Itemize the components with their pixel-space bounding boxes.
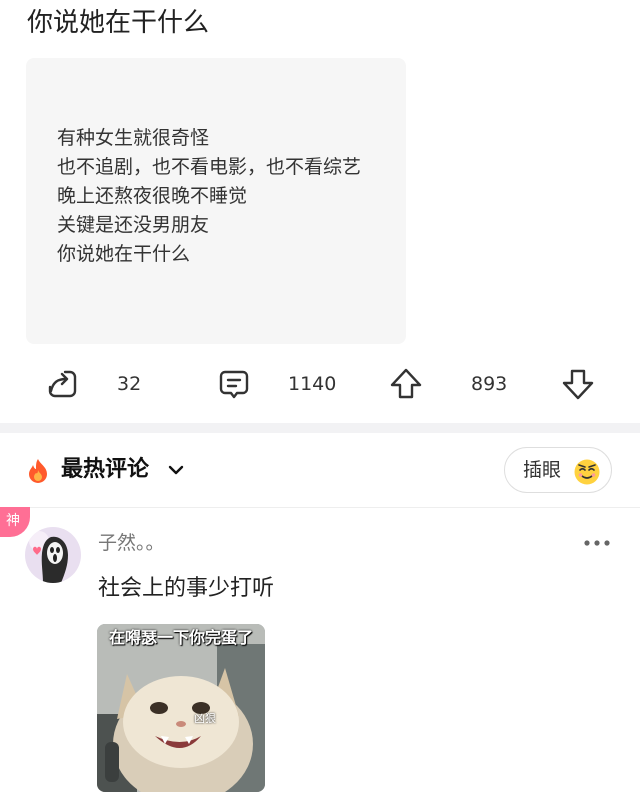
post-title: 你说她在干什么 (27, 8, 210, 38)
share-icon (48, 370, 77, 398)
comment-icon (219, 370, 249, 399)
avatar[interactable] (25, 527, 81, 583)
post-action-bar: 32 1140 893 (0, 362, 640, 406)
upvote-count: 893 (471, 373, 508, 395)
god-comment-badge: 神 (0, 507, 30, 537)
post-quote-card[interactable]: 有种女生就很奇怪 也不追剧，也不看电影，也不看综艺 晚上还熬夜很晚不睡觉 关键是… (26, 58, 406, 344)
meme-sublabel: 凶狠 (194, 712, 216, 725)
quote-text: 有种女生就很奇怪 也不追剧，也不看电影，也不看综艺 晚上还熬夜很晚不睡觉 关键是… (57, 124, 361, 269)
quote-line: 你说她在干什么 (57, 243, 191, 265)
section-divider (0, 423, 640, 433)
cat-meme-picture (97, 624, 265, 792)
share-button[interactable] (45, 362, 79, 406)
upvote-icon (390, 368, 422, 399)
quote-line: 有种女生就很奇怪 (57, 127, 210, 149)
hot-comments-title[interactable]: 最热评论 (61, 455, 149, 485)
header-divider (0, 507, 640, 508)
comment-username[interactable]: 子然。。 (98, 530, 165, 556)
comment-button[interactable] (217, 362, 251, 406)
quote-line: 也不追剧，也不看电影，也不看综艺 (57, 156, 362, 178)
quote-line: 关键是还没男朋友 (57, 214, 210, 236)
insert-eye-button[interactable]: 插眼 (504, 447, 612, 493)
upvote-button[interactable] (389, 362, 423, 406)
insert-eye-label: 插眼 (523, 459, 562, 481)
chevron-down-icon[interactable] (167, 463, 185, 477)
downvote-icon (562, 369, 594, 400)
comment-meme-image[interactable]: 在嘚瑟一下你完蛋了 凶狠 (97, 624, 265, 792)
comment-text: 社会上的事少打听 (98, 576, 275, 601)
meme-caption: 在嘚瑟一下你完蛋了 (108, 628, 253, 647)
comments-header: 最热评论 插眼 (0, 433, 640, 507)
downvote-button[interactable] (561, 362, 595, 406)
more-icon[interactable] (582, 534, 612, 552)
smiley-face-icon (574, 459, 600, 485)
comment-count: 1140 (288, 373, 337, 395)
share-count: 32 (117, 373, 142, 395)
quote-line: 晚上还熬夜很晚不睡觉 (57, 185, 248, 207)
avatar-image (25, 527, 81, 583)
fire-icon (29, 459, 47, 483)
